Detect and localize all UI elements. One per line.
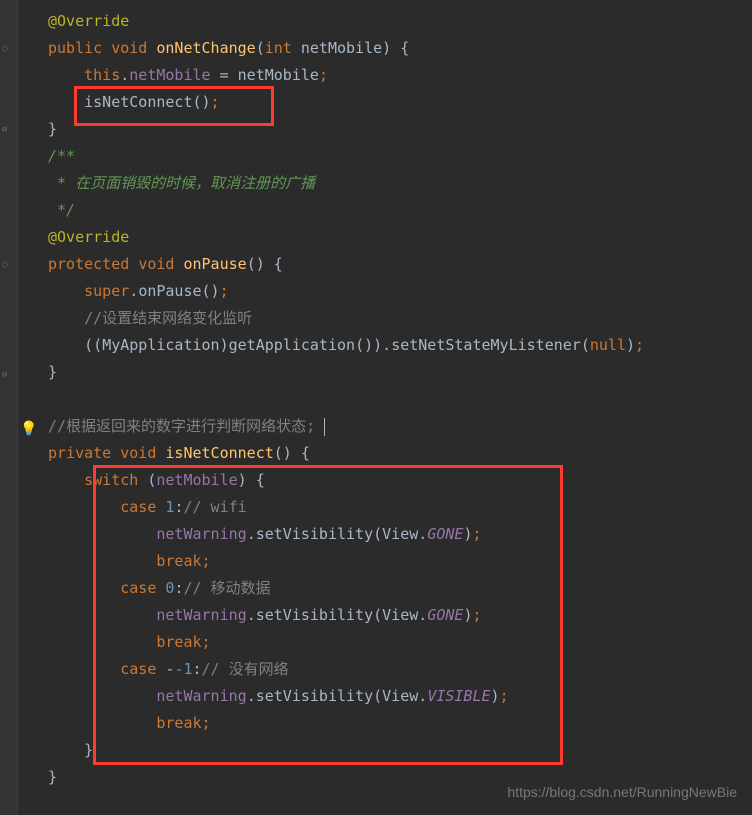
text-cursor xyxy=(324,418,325,436)
override-marker-icon: ○ xyxy=(2,44,14,56)
fold-marker-icon: ⊖ xyxy=(2,125,14,137)
code-line: break; xyxy=(48,710,752,737)
code-line: @Override xyxy=(48,224,752,251)
code-line: case --1:// 没有网络 xyxy=(48,656,752,683)
code-line: private void isNetConnect() { xyxy=(48,440,752,467)
code-line: netWarning.setVisibility(View.GONE); xyxy=(48,602,752,629)
code-line: */ xyxy=(48,197,752,224)
code-line: netWarning.setVisibility(View.VISIBLE); xyxy=(48,683,752,710)
code-line: } xyxy=(48,737,752,764)
code-line: //设置结束网络变化监听 xyxy=(48,305,752,332)
code-line: } xyxy=(48,116,752,143)
code-line: super.onPause(); xyxy=(48,278,752,305)
code-line: case 1:// wifi xyxy=(48,494,752,521)
code-line: protected void onPause() { xyxy=(48,251,752,278)
code-line: isNetConnect(); xyxy=(48,89,752,116)
code-line: break; xyxy=(48,548,752,575)
code-line: //根据返回来的数字进行判断网络状态; xyxy=(48,413,752,440)
code-line: this.netMobile = netMobile; xyxy=(48,62,752,89)
code-line xyxy=(48,386,752,413)
code-line: } xyxy=(48,359,752,386)
intention-bulb-icon[interactable]: 💡 xyxy=(20,421,37,437)
code-line: /** xyxy=(48,143,752,170)
gutter: ○ ⊖ ○ ⊖ xyxy=(0,0,18,815)
code-line: break; xyxy=(48,629,752,656)
code-line: case 0:// 移动数据 xyxy=(48,575,752,602)
watermark: https://blog.csdn.net/RunningNewBie xyxy=(507,784,737,800)
code-area[interactable]: @Override public void onNetChange(int ne… xyxy=(18,0,752,815)
code-line: ((MyApplication)getApplication()).setNet… xyxy=(48,332,752,359)
code-editor[interactable]: ○ ⊖ ○ ⊖ 💡 @Override public void onNetCha… xyxy=(0,0,752,815)
code-line: * 在页面销毁的时候，取消注册的广播 xyxy=(48,170,752,197)
code-line: @Override xyxy=(48,8,752,35)
fold-marker-icon: ⊖ xyxy=(2,370,14,382)
code-line: netWarning.setVisibility(View.GONE); xyxy=(48,521,752,548)
code-line: public void onNetChange(int netMobile) { xyxy=(48,35,752,62)
code-line: switch (netMobile) { xyxy=(48,467,752,494)
override-marker-icon: ○ xyxy=(2,260,14,272)
